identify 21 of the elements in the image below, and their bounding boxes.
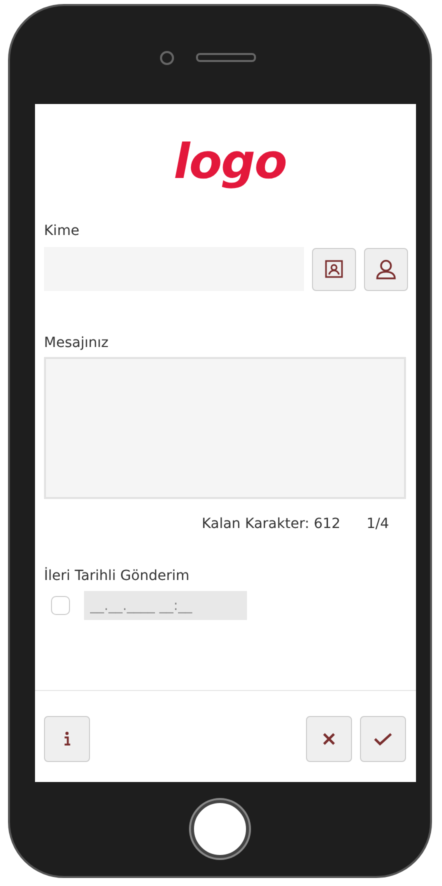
close-button[interactable]	[306, 716, 352, 762]
check-icon	[374, 732, 392, 746]
contact-book-button[interactable]	[312, 248, 356, 290]
person-icon	[375, 258, 397, 280]
field-label: Mesajınız	[44, 335, 110, 353]
message-field[interactable]	[44, 357, 406, 499]
remaining-characters: Kalan Karakter: 612	[202, 516, 340, 532]
logo: logo	[174, 136, 286, 192]
contact-button[interactable]	[364, 248, 408, 290]
checkbox[interactable]	[51, 596, 70, 615]
home-button[interactable]	[191, 800, 249, 858]
camera-icon	[160, 51, 174, 65]
contact-card-icon	[324, 259, 344, 279]
date-time-field[interactable]: __.__.____ __:__	[84, 591, 247, 620]
close-icon	[322, 732, 336, 746]
info-icon	[63, 730, 71, 748]
field-label: İleri Tarihli Gönderim	[44, 568, 190, 586]
speaker-icon	[196, 53, 256, 62]
field-label: Kime	[44, 223, 80, 241]
page-count: 1/4	[366, 516, 389, 532]
confirm-button[interactable]	[360, 716, 406, 762]
